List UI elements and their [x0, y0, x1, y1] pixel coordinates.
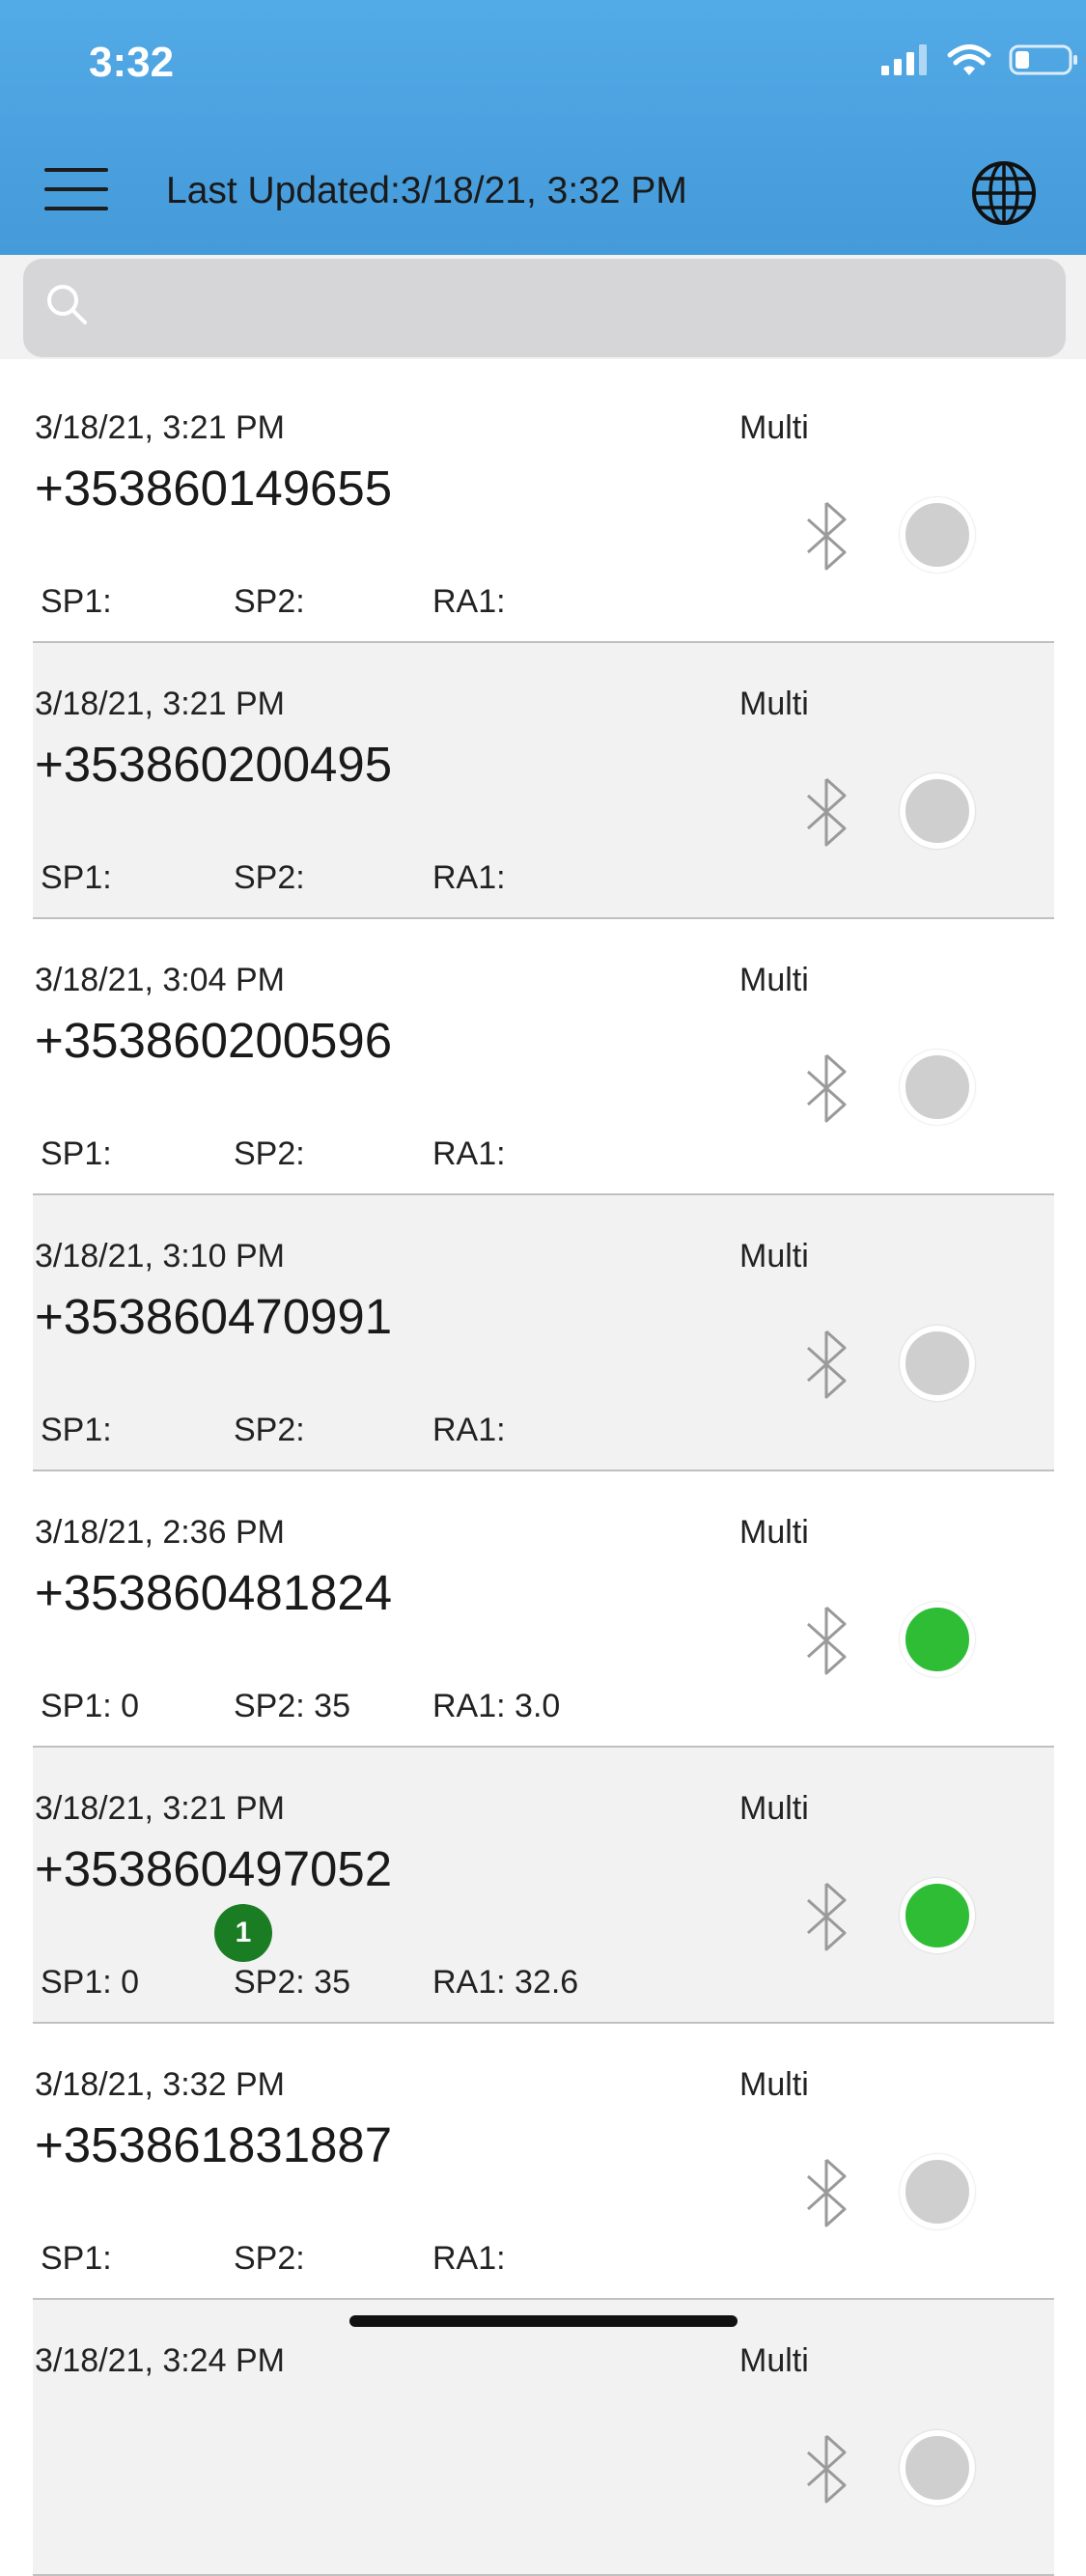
device-timestamp: 3/18/21, 3:21 PM — [35, 686, 285, 722]
device-phone: +353861831887 — [35, 2117, 393, 2172]
app-header: 3:32 Last Updated:3/18/21, 3:32 PM — [0, 0, 1086, 255]
notification-badge: 1 — [214, 1904, 272, 1962]
device-ra1: RA1: — [432, 583, 506, 620]
status-indicator — [900, 1050, 975, 1125]
device-ra1: RA1: 3.0 — [432, 1688, 561, 1724]
device-ra1: RA1: — [432, 1135, 506, 1172]
device-mode: Multi — [739, 2066, 809, 2103]
status-indicator — [900, 1326, 975, 1401]
globe-icon — [972, 161, 1036, 225]
device-ra1: RA1: 32.6 — [432, 1964, 579, 2001]
search-bar — [0, 255, 1086, 359]
wifi-icon — [947, 44, 991, 75]
device-ra1: RA1: — [432, 1412, 506, 1448]
device-sp1: SP1: — [41, 583, 112, 620]
status-indicator — [900, 497, 975, 573]
home-indicator — [349, 2315, 738, 2327]
device-sp2: SP2: — [234, 2240, 305, 2277]
device-mode: Multi — [739, 409, 809, 446]
search-icon — [47, 285, 87, 324]
device-phone: +353860481824 — [35, 1565, 393, 1620]
search-input[interactable] — [23, 259, 1066, 357]
device-list: 3/18/21, 3:21 PM +353860149655 Multi SP1… — [33, 367, 1054, 2576]
last-updated-label: Last Updated:3/18/21, 3:32 PM — [166, 170, 687, 211]
menu-icon — [44, 168, 108, 210]
device-phone: +353860497052 — [35, 1841, 393, 1896]
battery-icon — [1009, 44, 1077, 75]
bluetooth-icon[interactable] — [793, 1602, 860, 1679]
status-indicator — [900, 2430, 975, 2506]
bluetooth-icon[interactable] — [793, 1326, 860, 1403]
device-sp2: SP2: — [234, 859, 305, 896]
device-row[interactable]: 3/18/21, 3:21 PM +353860149655 Multi SP1… — [33, 367, 1054, 643]
device-timestamp: 3/18/21, 3:10 PM — [35, 1238, 285, 1274]
globe-button[interactable] — [970, 159, 1038, 227]
device-mode: Multi — [739, 1238, 809, 1274]
device-ra1: RA1: — [432, 859, 506, 896]
device-ra1: RA1: — [432, 2240, 506, 2277]
device-sp2: SP2: 35 — [234, 1964, 350, 2001]
bluetooth-icon[interactable] — [793, 1050, 860, 1127]
device-sp1: SP1: 0 — [41, 1964, 140, 2001]
device-mode: Multi — [739, 1790, 809, 1827]
device-sp1: SP1: — [41, 1412, 112, 1448]
device-phone: +353860149655 — [35, 461, 393, 516]
device-row[interactable]: 3/18/21, 3:10 PM +353860470991 Multi SP1… — [33, 1195, 1054, 1471]
device-mode: Multi — [739, 2342, 809, 2379]
device-row[interactable]: 3/18/21, 3:32 PM +353861831887 Multi SP1… — [33, 2024, 1054, 2300]
device-timestamp: 3/18/21, 3:24 PM — [35, 2342, 285, 2379]
device-timestamp: 3/18/21, 2:36 PM — [35, 1514, 285, 1551]
status-indicator — [900, 1878, 975, 1953]
status-indicator — [900, 1602, 975, 1677]
bluetooth-icon[interactable] — [793, 497, 860, 574]
device-mode: Multi — [739, 962, 809, 998]
menu-button[interactable] — [41, 162, 114, 216]
device-timestamp: 3/18/21, 3:21 PM — [35, 409, 285, 446]
status-time: 3:32 — [89, 39, 175, 86]
signal-icon — [881, 44, 927, 75]
device-phone: +353860200596 — [35, 1013, 393, 1068]
device-sp2: SP2: — [234, 1412, 305, 1448]
bluetooth-icon[interactable] — [793, 773, 860, 851]
device-row[interactable]: 3/18/21, 3:24 PM Multi — [33, 2300, 1054, 2576]
device-mode: Multi — [739, 686, 809, 722]
status-indicator — [900, 773, 975, 849]
device-sp1: SP1: — [41, 859, 112, 896]
device-row[interactable]: 3/18/21, 3:21 PM +353860200495 Multi SP1… — [33, 643, 1054, 919]
device-sp1: SP1: — [41, 2240, 112, 2277]
device-sp2: SP2: — [234, 1135, 305, 1172]
device-mode: Multi — [739, 1514, 809, 1551]
device-phone: +353860200495 — [35, 737, 393, 792]
bluetooth-icon[interactable] — [793, 1878, 860, 1955]
device-row[interactable]: 3/18/21, 3:04 PM +353860200596 Multi SP1… — [33, 919, 1054, 1195]
device-timestamp: 3/18/21, 3:32 PM — [35, 2066, 285, 2103]
status-indicator — [900, 2154, 975, 2229]
bluetooth-icon[interactable] — [793, 2430, 860, 2507]
device-sp1: SP1: 0 — [41, 1688, 140, 1724]
device-phone: +353860470991 — [35, 1289, 393, 1344]
device-timestamp: 3/18/21, 3:04 PM — [35, 962, 285, 998]
device-row[interactable]: 3/18/21, 2:36 PM +353860481824 Multi SP1… — [33, 1471, 1054, 1748]
bluetooth-icon[interactable] — [793, 2154, 860, 2231]
device-sp2: SP2: — [234, 583, 305, 620]
device-sp2: SP2: 35 — [234, 1688, 350, 1724]
device-timestamp: 3/18/21, 3:21 PM — [35, 1790, 285, 1827]
device-sp1: SP1: — [41, 1135, 112, 1172]
device-row[interactable]: 3/18/21, 3:21 PM +353860497052 Multi 1 S… — [33, 1748, 1054, 2024]
